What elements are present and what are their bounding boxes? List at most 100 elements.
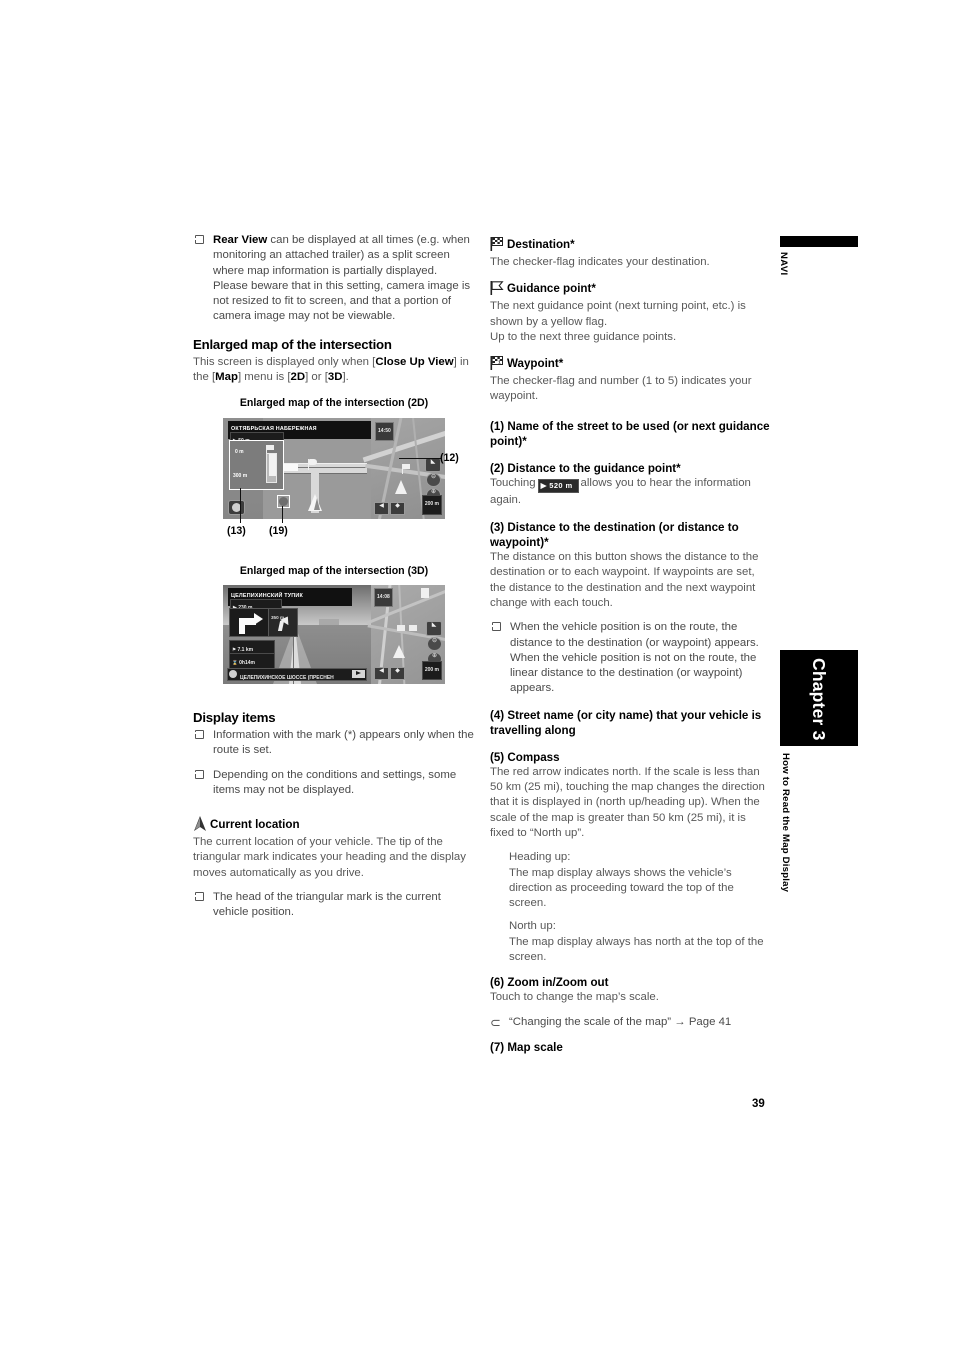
enlarged-map-intro: This screen is displayed only when [Clos…: [193, 355, 475, 386]
see-also-line[interactable]: ⊃ “Changing the scale of the map” → Page…: [490, 1015, 772, 1030]
checkered-flag-numbered-icon: 1: [490, 356, 504, 374]
vehicle-arrow-icon: [193, 816, 207, 835]
lane-gauge-highlight: 0 m 300 m: [229, 439, 284, 490]
waypoint-body: The checker-flag and number (1 to 5) ind…: [490, 375, 752, 403]
next-turn-panel: 350 m: [268, 607, 298, 637]
current-location-label: Current location: [210, 818, 300, 832]
intro-part-4: ] or [: [305, 371, 328, 384]
display-items-bullet-2: Depending on the conditions and settings…: [193, 768, 475, 799]
menu-button-3d[interactable]: [229, 669, 237, 678]
rear-view-label: Rear View: [213, 234, 268, 246]
navi-screen-2d: ОКТЯБРЬСКАЯ НАБЕРЕЖНАЯ ▶ 50 m 0 m 300 m: [223, 417, 445, 519]
north-up-body: The map display always has north at the …: [509, 935, 764, 964]
figure-3d-caption: Enlarged map of the intersection (3D): [239, 564, 429, 577]
intersection-pane-2d: ОКТЯБРЬСКАЯ НАБЕРЕЖНАЯ ▶ 50 m 0 m 300 m: [223, 417, 372, 519]
current-location-bullet-text: The head of the triangular mark is the c…: [213, 891, 441, 919]
menu-button-2d[interactable]: [228, 499, 245, 515]
view-toggle-icon-3d[interactable]: ◣: [426, 620, 442, 636]
rear-view-note: Rear View can be displayed at all times …: [193, 233, 475, 325]
figure-2d: ОКТЯБРЬСКАЯ НАБЕРЕЖНАЯ ▶ 50 m 0 m 300 m: [193, 417, 475, 550]
square-bullet-icon: [195, 769, 204, 779]
item1-heading: (1) Name of the street to be used (or ne…: [490, 419, 770, 448]
item4-heading: (4) Street name (or city name) that your…: [490, 708, 762, 737]
map-scale-chip-2d: 200 m: [421, 495, 442, 515]
see-also-text: “Changing the scale of the map” → Page 4…: [509, 1015, 732, 1028]
leader-12: [399, 457, 441, 459]
guidance-distance-button[interactable]: ▶ 520 m: [537, 478, 579, 493]
view-toggle-icon[interactable]: ◣: [425, 457, 441, 472]
3d-key: 3D: [327, 371, 343, 384]
leader-13: [240, 487, 242, 523]
left-column: Rear View can be displayed at all times …: [193, 233, 475, 930]
item6-body: Touch to change the map’s scale.: [490, 991, 659, 1004]
display-items-heading: Display items: [193, 709, 276, 725]
current-location-bullet: The head of the triangular mark is the c…: [193, 890, 475, 921]
heading-up-body: The map display always shows the vehicle…: [509, 866, 734, 910]
item3-heading: (3) Distance to the destination (or dist…: [490, 521, 739, 550]
map-key: Map: [215, 371, 238, 384]
callout-19: (19): [269, 524, 288, 537]
callout-13: (13): [227, 524, 246, 537]
turn-arrow-panel: [229, 607, 269, 637]
see-also-icon: ⊃: [490, 1014, 501, 1030]
driving-view-pane-3d: ЦЕЛЕПИХИНСКИЙ ТУПИК ▶ 230 m 350 m: [223, 584, 371, 684]
volume-icon-3d[interactable]: ◀: [374, 666, 389, 680]
compass-icon-3d[interactable]: ◆: [390, 666, 405, 680]
figure-2d-caption: Enlarged map of the intersection (2D): [239, 397, 429, 410]
square-bullet-icon: [195, 892, 204, 902]
current-location-body: The current location of your vehicle. Th…: [193, 836, 466, 879]
waypoint-label: Waypoint*: [507, 357, 564, 371]
right-column: Destination* The checker-flag indicates …: [490, 237, 772, 1055]
display-items-bullet-2-text: Depending on the conditions and settings…: [213, 768, 457, 796]
next-street-button[interactable]: [352, 669, 365, 678]
item2-heading: (2) Distance to the guidance point*: [490, 461, 681, 475]
callout-12: (12): [440, 451, 459, 464]
navi-tab-label: NAVI: [778, 252, 789, 276]
item5-heading: (5) Compass: [490, 750, 560, 764]
guidance-body-2: Up to the next three guidance points.: [490, 330, 677, 343]
guidance-point-heading: Guidance point*: [490, 281, 772, 299]
north-up-block: North up: The map display always has nor…: [490, 919, 772, 965]
destination-body: The checker-flag indicates your destinat…: [490, 256, 710, 268]
chapter-subtitle: How to Read the Map Display: [780, 753, 791, 893]
2d-key: 2D: [290, 371, 306, 384]
destination-label: Destination*: [507, 238, 575, 251]
waypoint-heading: 1 Waypoint*: [490, 356, 772, 374]
volume-icon[interactable]: ◀: [374, 501, 389, 515]
lane-top-label: 0 m: [235, 448, 244, 455]
chapter-tab-label: Chapter 3: [809, 658, 829, 741]
page-number: 39: [752, 1098, 765, 1110]
destination-heading: Destination*: [490, 237, 772, 255]
intro-part-3: ] menu is [: [237, 371, 291, 384]
remaining-time-value: 0h14m: [239, 659, 255, 666]
heading-up-label: Heading up:: [509, 851, 571, 864]
item5-body: The red arrow indicates north. If the sc…: [490, 765, 765, 839]
close-up-view-key: Close Up View: [375, 355, 454, 368]
item3-bullet: When the vehicle position is on the rout…: [490, 620, 772, 696]
guidance-point-label: Guidance point*: [507, 282, 596, 296]
svg-text:1: 1: [498, 360, 501, 365]
intro-part-1: This screen is displayed only when [: [193, 355, 376, 368]
clock-2d: 14:50: [375, 421, 394, 441]
intro-part-5: ].: [342, 371, 349, 384]
zoom-out-icon-3d[interactable]: ⊖: [427, 636, 442, 651]
zoom-out-icon[interactable]: ⊖: [426, 472, 441, 487]
bottom-street-label: ЦЕЛЕПИХИНСКОЕ ШОССЕ (ПРЕСНЕН: [240, 674, 334, 681]
map-symbol-highlight: [277, 494, 290, 508]
yellow-flag-icon: [490, 281, 504, 299]
checkered-flag-icon: [490, 237, 504, 255]
square-bullet-icon: [492, 622, 501, 632]
guidance-body-1: The next guidance point (next turning po…: [490, 300, 746, 328]
display-items-bullet-1-text: Information with the mark (*) appears on…: [213, 728, 474, 757]
bottom-street-bar: ЦЕЛЕПИХИНСКОЕ ШОССЕ (ПРЕСНЕН: [227, 667, 367, 681]
item3-body: The distance on this button shows the di…: [490, 551, 759, 609]
square-bullet-icon: [195, 235, 204, 244]
map-scale-chip-3d: 200 m: [421, 660, 442, 680]
display-items-bullet-1: Information with the mark (*) appears on…: [193, 728, 475, 759]
lane-bottom-label: 300 m: [233, 473, 248, 480]
destination-flag-3d: [421, 587, 429, 598]
rear-view-text: can be displayed at all times (e.g. when…: [213, 234, 471, 323]
north-up-label: North up:: [509, 920, 556, 933]
compass-icon[interactable]: ◆: [390, 501, 405, 515]
heading-up-block: Heading up: The map display always shows…: [490, 850, 772, 911]
